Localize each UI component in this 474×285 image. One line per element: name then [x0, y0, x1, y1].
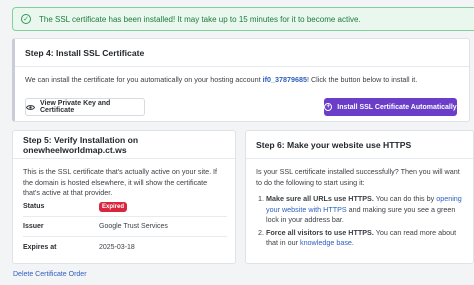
step5-title: Step 5: Verify Installation on onewheelw… [13, 131, 235, 159]
step6-title: Step 6: Make your website use HTTPS [246, 131, 473, 159]
table-row: Expires at 2025-03-18 [23, 237, 227, 257]
status-label: Status [23, 203, 45, 210]
table-row: Status Expired [23, 197, 227, 217]
step4-description: We can install the certificate for you a… [25, 75, 418, 84]
check-circle-icon: ✓ [21, 14, 31, 24]
list-item: Make sure all URLs use HTTPS. You can do… [266, 194, 463, 226]
certificate-info-table: Status Expired Issuer Google Trust Servi… [23, 197, 227, 257]
status-badge: Expired [99, 201, 128, 212]
step6-card: Step 6: Make your website use HTTPS Is y… [245, 130, 474, 264]
https-steps-list: Make sure all URLs use HTTPS. You can do… [256, 194, 463, 249]
issuer-value: Google Trust Services [99, 223, 168, 230]
step6-intro: Is your SSL certificate installed succes… [256, 167, 460, 187]
expires-value: 2025-03-18 [99, 243, 135, 251]
alert-text: The SSL certificate has been installed! … [39, 14, 361, 24]
step6-body: Is your SSL certificate installed succes… [246, 159, 473, 259]
account-link[interactable]: if0_37879685 [263, 75, 307, 84]
table-row: Issuer Google Trust Services [23, 217, 227, 237]
knowledge-base-link[interactable]: knowledge base [300, 238, 352, 247]
success-alert: ✓ The SSL certificate has been installed… [12, 7, 474, 31]
view-private-key-button[interactable]: View Private Key and Certificate [25, 98, 145, 116]
plus-circle-icon: + [324, 103, 333, 111]
step4-card: Step 4: Install SSL Certificate We can i… [12, 38, 470, 122]
issuer-label: Issuer [23, 223, 44, 230]
install-ssl-button[interactable]: + Install SSL Certificate Automatically [324, 98, 457, 116]
delete-certificate-link[interactable]: Delete Certificate Order [13, 271, 87, 278]
eye-icon [26, 104, 35, 111]
step5-card: Step 5: Verify Installation on onewheelw… [12, 130, 236, 264]
expires-label: Expires at [23, 243, 57, 251]
step4-title: Step 4: Install SSL Certificate [15, 39, 469, 67]
list-item: Force all visitors to use HTTPS. You can… [266, 228, 463, 249]
